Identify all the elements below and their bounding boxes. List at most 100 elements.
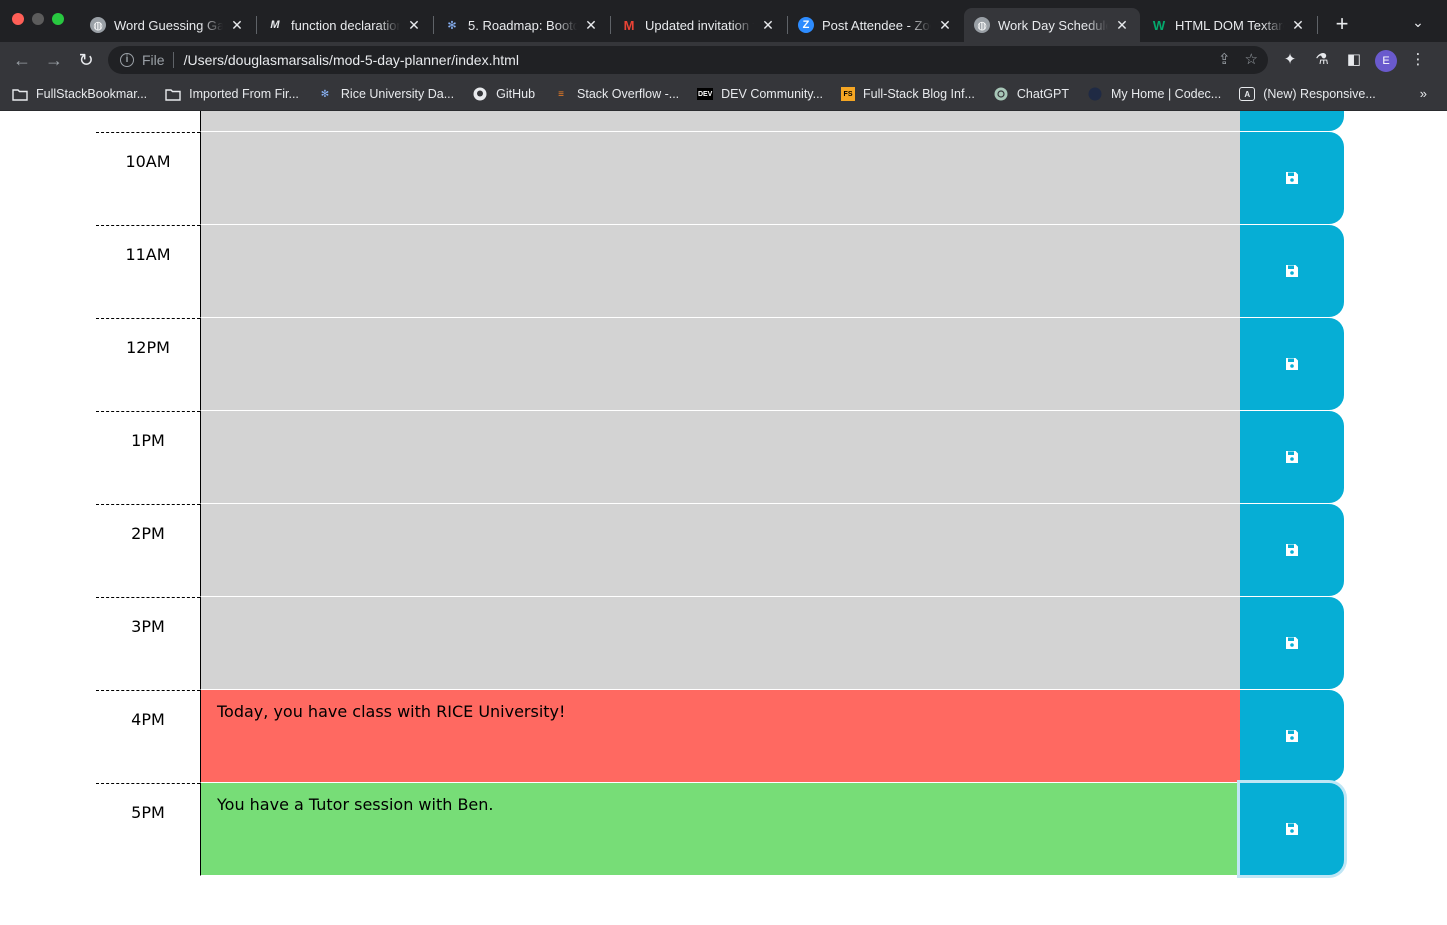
tab-post-attendee-zoom[interactable]: Z Post Attendee - Zoom ✕ [788,8,963,42]
hour-label: 2PM [96,504,200,597]
bookmark-new-responsive[interactable]: A (New) Responsive... [1239,87,1376,101]
tab-work-day-scheduler[interactable]: ◍ Work Day Scheduler ✕ [964,8,1140,42]
labs-flask-icon[interactable]: ⚗ [1312,50,1332,70]
tab-html-dom-textarea[interactable]: W HTML DOM Textarea ✕ [1141,8,1316,42]
medium-icon: M [270,19,280,31]
tab-search-button[interactable]: ⌄ [1408,14,1428,34]
forward-button[interactable]: → [42,48,66,72]
floppy-disk-icon [1286,730,1298,742]
folder-icon [12,87,28,101]
side-panel-icon[interactable]: ◧ [1344,50,1364,70]
dev-icon: DEV [697,88,714,100]
description-textarea[interactable] [200,132,1240,225]
bookmark-github[interactable]: GitHub [472,87,535,101]
chatgpt-icon [993,87,1009,101]
bookmark-stack-overflow[interactable]: ≡ Stack Overflow -... [553,87,679,101]
tab-strip: ◍ Word Guessing Game ✕ M function declar… [0,0,1447,42]
close-icon[interactable]: ✕ [406,17,422,34]
floppy-disk-icon [1286,265,1298,277]
description-textarea[interactable] [200,411,1240,504]
responsive-icon: A [1239,87,1256,101]
address-bar[interactable]: i File /Users/douglasmarsalis/mod-5-day-… [108,46,1268,74]
kebab-menu-icon[interactable]: ⋮ [1408,50,1428,70]
tab-word-guessing-game[interactable]: ◍ Word Guessing Game ✕ [80,8,255,42]
browser-chrome: ◍ Word Guessing Game ✕ M function declar… [0,0,1447,111]
save-button[interactable] [1240,225,1344,317]
bootcamp-icon: ✻ [320,88,330,100]
bookmarks-overflow-button[interactable]: » [1420,86,1427,101]
maximize-window-button[interactable] [52,13,64,25]
bookmark-chatgpt[interactable]: ChatGPT [993,87,1069,101]
zoom-icon: Z [798,17,814,33]
hour-label: 4PM [96,690,200,783]
time-block-4pm: 4PM Today, you have class with RICE Unive… [96,690,1344,783]
w3schools-icon: W [1152,17,1166,33]
save-button-partial[interactable] [1240,111,1344,131]
tab-roadmap-bootcamp[interactable]: ✻ 5. Roadmap: Bootcamp ✕ [434,8,609,42]
save-button[interactable] [1240,597,1344,689]
time-block-10am: 10AM [96,132,1344,225]
url-scheme: File [142,52,165,68]
globe-icon: ◍ [90,17,106,33]
time-block-partial [96,111,1344,132]
time-block-5pm: 5PM You have a Tutor session with Ben. [96,783,1344,876]
reload-button[interactable]: ↻ [74,48,98,72]
description-textarea[interactable] [200,597,1240,690]
save-button[interactable] [1240,690,1344,782]
description-textarea[interactable]: Today, you have class with RICE Universi… [200,690,1240,783]
description-textarea-partial[interactable] [200,111,1240,132]
close-icon[interactable]: ✕ [583,17,599,34]
bookmark-full-stack-blog[interactable]: FS Full-Stack Blog Inf... [841,87,975,101]
save-button[interactable] [1240,132,1344,224]
close-icon[interactable]: ✕ [229,17,245,34]
bookmark-fullstackbookmarks[interactable]: FullStackBookmar... [12,87,147,101]
time-block-1pm: 1PM [96,411,1344,504]
save-button[interactable] [1240,504,1344,596]
url-text[interactable]: /Users/douglasmarsalis/mod-5-day-planner… [184,52,519,68]
folder-icon [165,87,181,101]
description-textarea[interactable]: You have a Tutor session with Ben. [200,783,1240,876]
floppy-disk-icon [1286,544,1298,556]
description-textarea[interactable] [200,318,1240,411]
description-textarea[interactable] [200,504,1240,597]
bootcamp-icon: ✻ [447,19,457,32]
hour-label: 10AM [96,132,200,225]
bookmark-dev-community[interactable]: DEV DEV Community... [697,87,823,101]
profile-avatar[interactable]: E [1375,50,1397,72]
floppy-disk-icon [1286,358,1298,370]
close-window-button[interactable] [12,13,24,25]
tab-updated-invitation[interactable]: M Updated invitation f ✕ [611,8,786,42]
floppy-disk-icon [1286,451,1298,463]
back-button[interactable]: ← [10,48,34,72]
bookmark-star-icon[interactable]: ☆ [1245,50,1258,68]
close-icon[interactable]: ✕ [937,17,953,34]
bookmark-codecademy[interactable]: My Home | Codec... [1087,87,1221,101]
minimize-window-button[interactable] [32,13,44,25]
save-button[interactable] [1240,783,1344,875]
bookmark-imported-from-firefox[interactable]: Imported From Fir... [165,87,299,101]
bookmark-rice-university[interactable]: ✻ Rice University Da... [317,87,454,101]
hour-label: 5PM [96,783,200,876]
new-tab-button[interactable]: + [1330,12,1354,36]
time-block-2pm: 2PM [96,504,1344,597]
floppy-disk-icon [1286,172,1298,184]
share-icon[interactable]: ⇪ [1218,50,1231,68]
address-divider [172,52,174,68]
save-button[interactable] [1240,411,1344,503]
hour-label: 3PM [96,597,200,690]
description-textarea[interactable] [200,225,1240,318]
hour-label: 12PM [96,318,200,411]
save-button[interactable] [1240,318,1344,410]
info-icon[interactable]: i [120,53,134,67]
tab-function-declaration[interactable]: M function declaration ✕ [257,8,432,42]
browser-toolbar: ← → ↻ i File /Users/douglasmarsalis/mod-… [0,42,1447,78]
close-icon[interactable]: ✕ [760,17,776,34]
close-icon[interactable]: ✕ [1114,17,1130,34]
hour-label [96,111,200,132]
close-icon[interactable]: ✕ [1290,17,1306,34]
gmail-icon: M [623,17,635,33]
extensions-puzzle-icon[interactable]: ✦ [1280,50,1300,70]
bookmarks-bar: FullStackBookmar... Imported From Fir...… [0,78,1447,111]
floppy-disk-icon [1286,823,1298,835]
fsblog-icon: FS [841,87,856,101]
